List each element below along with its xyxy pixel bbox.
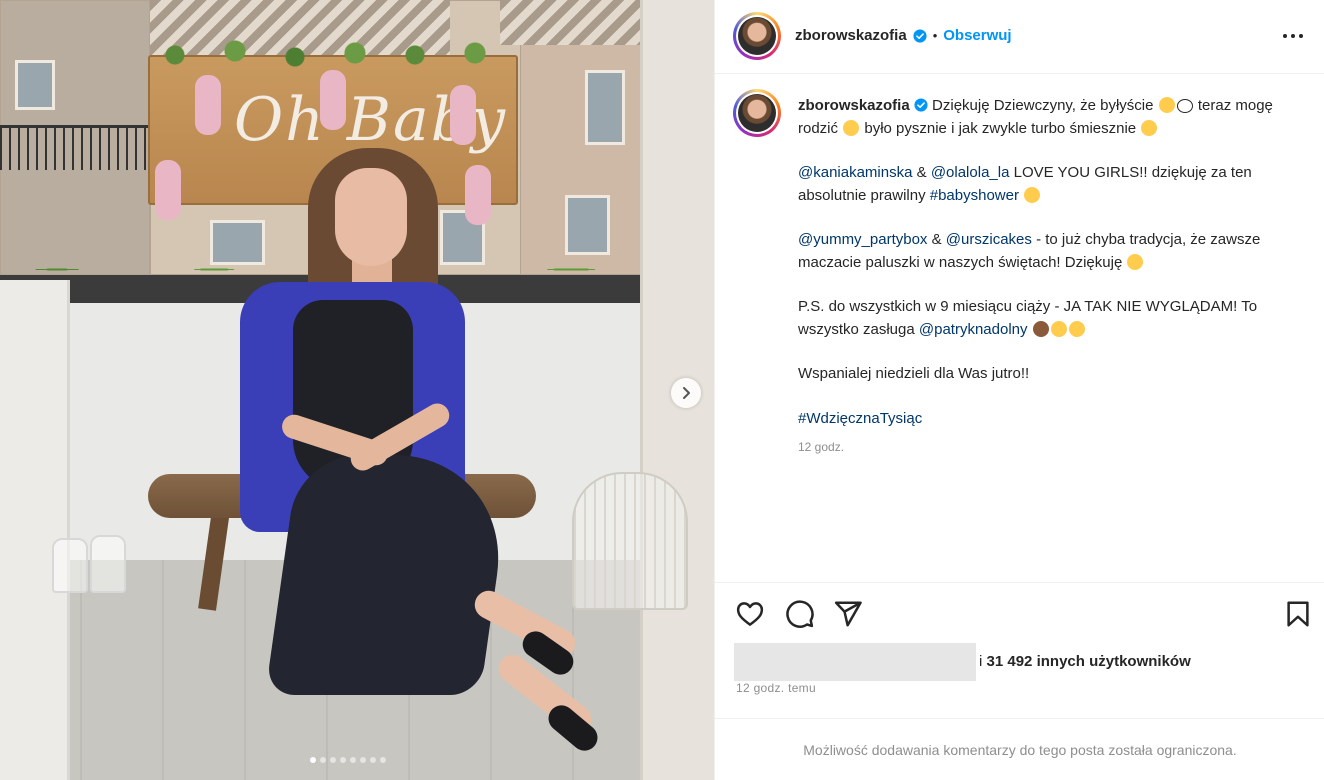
caption-time: 12 godz. xyxy=(798,440,845,454)
caption-text: było pysznie i jak zwykle turbo śmieszni… xyxy=(864,119,1137,137)
likes-avatars-blurred[interactable] xyxy=(734,643,976,681)
likes-suffix: innych użytkowników xyxy=(1036,653,1191,670)
more-options-icon[interactable] xyxy=(1281,26,1305,46)
leaf-garland xyxy=(135,35,535,75)
author-avatar[interactable] xyxy=(733,12,781,60)
carousel-dot xyxy=(330,757,336,763)
mention-link[interactable]: @urszicakes xyxy=(946,231,1032,248)
caption-text: Wspanialej niedzieli dla Was jutro!! xyxy=(798,365,1030,382)
verified-icon xyxy=(914,98,928,112)
avatar-image xyxy=(738,17,776,55)
caption-avatar[interactable] xyxy=(733,89,781,137)
post-photo[interactable]: Oh Baby xyxy=(0,0,714,780)
carousel-dot xyxy=(360,757,366,763)
carousel-dot xyxy=(320,757,326,763)
likes-count: 31 492 xyxy=(986,653,1033,670)
header-username[interactable]: zborowskazofia xyxy=(795,27,907,44)
window xyxy=(15,60,55,110)
caption-text: & xyxy=(931,231,942,248)
carousel-dot xyxy=(370,757,376,763)
flower-decoration xyxy=(320,70,346,130)
caption-text: P.S. do wszystkich w 9 miesiącu ciąży - … xyxy=(798,298,1258,338)
white-heart-emoji-icon xyxy=(1176,99,1193,113)
caption-paragraph: #WdzięcznaTysiąc xyxy=(798,408,1298,431)
tears-of-joy-emoji-icon xyxy=(1050,320,1067,337)
woman-face xyxy=(335,168,407,266)
follow-button[interactable]: Obserwuj xyxy=(943,27,1011,44)
kissing-face-emoji-icon xyxy=(1127,253,1144,270)
heart-icon[interactable] xyxy=(735,599,765,629)
likes-summary[interactable]: i 31 492 innych użytkowników xyxy=(979,653,1191,670)
caption-paragraph: zborowskazofia Dziękuję Dziewczyny, że b… xyxy=(798,95,1298,140)
bookmark-icon[interactable] xyxy=(1283,599,1313,629)
carousel-next-button[interactable] xyxy=(671,378,701,408)
flower-decoration xyxy=(155,160,181,220)
tears-of-joy-emoji-icon xyxy=(843,119,860,136)
hashtag-link[interactable]: #babyshower xyxy=(930,187,1019,204)
flower-decoration xyxy=(450,85,476,145)
mention-link[interactable]: @patryknadolny xyxy=(919,321,1028,338)
smiling-face-emoji-icon xyxy=(1158,97,1175,113)
caption-paragraph: @yummy_partybox & @urszicakes - to już c… xyxy=(798,229,1298,274)
verified-icon xyxy=(913,28,927,43)
caption-paragraph: P.S. do wszystkich w 9 miesiącu ciąży - … xyxy=(798,296,1298,341)
lantern xyxy=(52,538,88,593)
see-no-evil-monkey-emoji-icon xyxy=(1032,320,1049,337)
hashtag-link[interactable]: #WdzięcznaTysiąc xyxy=(798,410,922,427)
carousel-dots xyxy=(310,757,386,763)
post-panel: zborowskazofia • Obserwuj zborowskazofia… xyxy=(714,0,1324,780)
post-header: zborowskazofia • Obserwuj xyxy=(715,0,1324,74)
mention-link[interactable]: @kaniakaminska xyxy=(798,164,912,181)
comments-disabled-notice: Możliwość dodawania komentarzy do tego p… xyxy=(715,718,1324,780)
lantern xyxy=(90,535,126,593)
pleading-face-emoji-icon xyxy=(1024,186,1041,203)
window xyxy=(585,70,625,145)
post-caption: zborowskazofia Dziękuję Dziewczyny, że b… xyxy=(798,95,1298,459)
caption-username[interactable]: zborowskazofia xyxy=(798,97,910,114)
comment-icon[interactable] xyxy=(785,599,815,629)
flower-decoration xyxy=(465,165,491,225)
mention-link[interactable]: @olalola_la xyxy=(931,164,1010,181)
post-timestamp[interactable]: 12 godz. temu xyxy=(736,681,816,695)
carousel-dot xyxy=(340,757,346,763)
grinning-face-emoji-icon xyxy=(1141,119,1158,136)
caption-text: Dziękuję Dziewczyny, że byłyście xyxy=(932,97,1154,114)
chevron-right-icon xyxy=(683,387,690,399)
caption-paragraph: @kaniakaminska & @olalola_la LOVE YOU GI… xyxy=(798,162,1298,207)
zany-face-emoji-icon xyxy=(1068,320,1085,337)
birdcage-lantern xyxy=(572,472,688,610)
door-frame-left xyxy=(0,280,70,780)
carousel-dot xyxy=(350,757,356,763)
flower-decoration xyxy=(195,75,221,135)
caption-paragraph: Wspanialej niedzieli dla Was jutro!! xyxy=(798,363,1298,386)
header-separator: • xyxy=(932,28,938,43)
caption-text: & xyxy=(916,164,927,181)
post-actions: i 31 492 innych użytkowników 12 godz. te… xyxy=(715,582,1324,718)
balcony-railing xyxy=(0,125,150,170)
likes-prefix: i xyxy=(979,653,983,670)
carousel-dot xyxy=(310,757,316,763)
mention-link[interactable]: @yummy_partybox xyxy=(798,231,927,248)
carousel-dot xyxy=(380,757,386,763)
avatar-image xyxy=(738,94,776,132)
share-icon[interactable] xyxy=(833,599,863,629)
